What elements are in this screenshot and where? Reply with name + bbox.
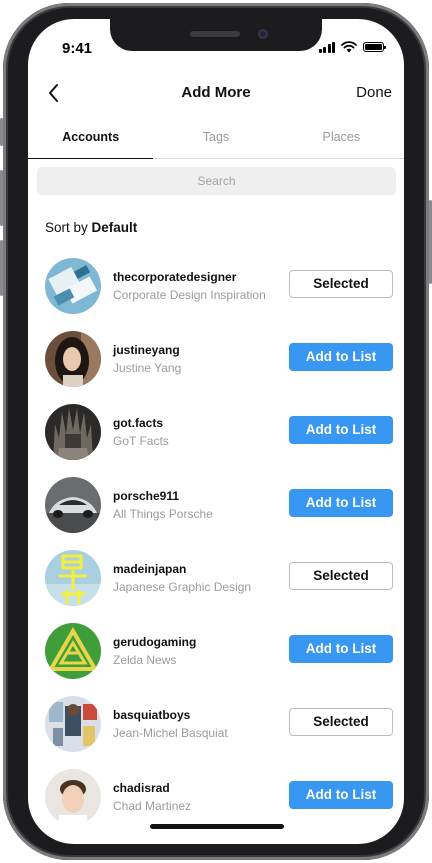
add-to-list-button[interactable]: Add to List — [289, 343, 393, 371]
username[interactable]: justineyang — [113, 343, 180, 357]
portrait-avatar[interactable] — [45, 769, 101, 825]
username[interactable]: got.facts — [113, 416, 163, 430]
list-item: got.facts GoT Facts Add to List — [28, 401, 404, 474]
list-item: justineyang Justine Yang Add to List — [28, 328, 404, 401]
triforce-avatar[interactable] — [45, 623, 101, 679]
add-to-list-button[interactable]: Add to List — [289, 489, 393, 517]
add-to-list-button[interactable]: Add to List — [289, 635, 393, 663]
list-item: madeinjapan Japanese Graphic Design Sele… — [28, 547, 404, 620]
front-camera-icon — [258, 29, 268, 39]
wifi-icon — [341, 41, 357, 53]
list-item: basquiatboys Jean-Michel Basquiat Select… — [28, 693, 404, 766]
artwork-avatar[interactable] — [45, 696, 101, 752]
japanese-poster-avatar[interactable] — [45, 550, 101, 606]
sort-value: Default — [91, 220, 138, 235]
nav-bar: Add More Done — [28, 81, 404, 105]
sort-control[interactable]: Sort by Default — [45, 220, 137, 235]
full-name: Justine Yang — [113, 361, 182, 375]
account-list: thecorporatedesigner Corporate Design In… — [28, 255, 404, 839]
list-item: gerudogaming Zelda News Add to List — [28, 620, 404, 693]
tab-bar: Accounts Tags Places — [28, 123, 404, 159]
username[interactable]: thecorporatedesigner — [113, 270, 236, 284]
iron-throne-avatar[interactable] — [45, 404, 101, 460]
selected-button[interactable]: Selected — [289, 562, 393, 590]
car-avatar[interactable] — [45, 477, 101, 533]
search-input[interactable]: Search — [37, 167, 396, 195]
speaker-grille — [190, 31, 240, 37]
phone-volume-up — [0, 170, 3, 226]
corporate-design-avatar[interactable] — [45, 258, 101, 314]
full-name: Japanese Graphic Design — [113, 580, 252, 594]
portrait-avatar[interactable] — [45, 331, 101, 387]
username[interactable]: chadisrad — [113, 781, 170, 795]
username[interactable]: gerudogaming — [113, 635, 196, 649]
notch — [110, 19, 322, 51]
screen: 9:41 Add More Done Accounts Tags Places … — [28, 19, 404, 844]
add-to-list-button[interactable]: Add to List — [289, 416, 393, 444]
phone-volume-down — [0, 240, 3, 296]
phone-silent-switch — [0, 118, 3, 146]
sort-label: Sort by — [45, 220, 92, 235]
signal-icon — [318, 41, 335, 53]
page-title: Add More — [181, 84, 251, 101]
selected-button[interactable]: Selected — [289, 270, 393, 298]
full-name: Corporate Design Inspiration — [113, 288, 266, 302]
done-button[interactable]: Done — [356, 84, 392, 101]
full-name: Jean-Michel Basquiat — [113, 726, 228, 740]
tab-places[interactable]: Places — [279, 123, 404, 158]
full-name: Chad Martinez — [113, 799, 192, 813]
username[interactable]: basquiatboys — [113, 708, 190, 722]
status-time: 9:41 — [62, 40, 93, 57]
tab-tags[interactable]: Tags — [153, 123, 278, 158]
username[interactable]: madeinjapan — [113, 562, 186, 576]
list-item: thecorporatedesigner Corporate Design In… — [28, 255, 404, 328]
username[interactable]: porsche911 — [113, 489, 179, 503]
full-name: GoT Facts — [113, 434, 169, 448]
full-name: Zelda News — [113, 653, 177, 667]
battery-icon — [363, 42, 386, 52]
status-icons — [318, 41, 386, 53]
home-indicator[interactable] — [150, 824, 284, 829]
full-name: All Things Porsche — [113, 507, 213, 521]
selected-button[interactable]: Selected — [289, 708, 393, 736]
tab-accounts[interactable]: Accounts — [28, 123, 154, 159]
list-item: porsche911 All Things Porsche Add to Lis… — [28, 474, 404, 547]
add-to-list-button[interactable]: Add to List — [289, 781, 393, 809]
